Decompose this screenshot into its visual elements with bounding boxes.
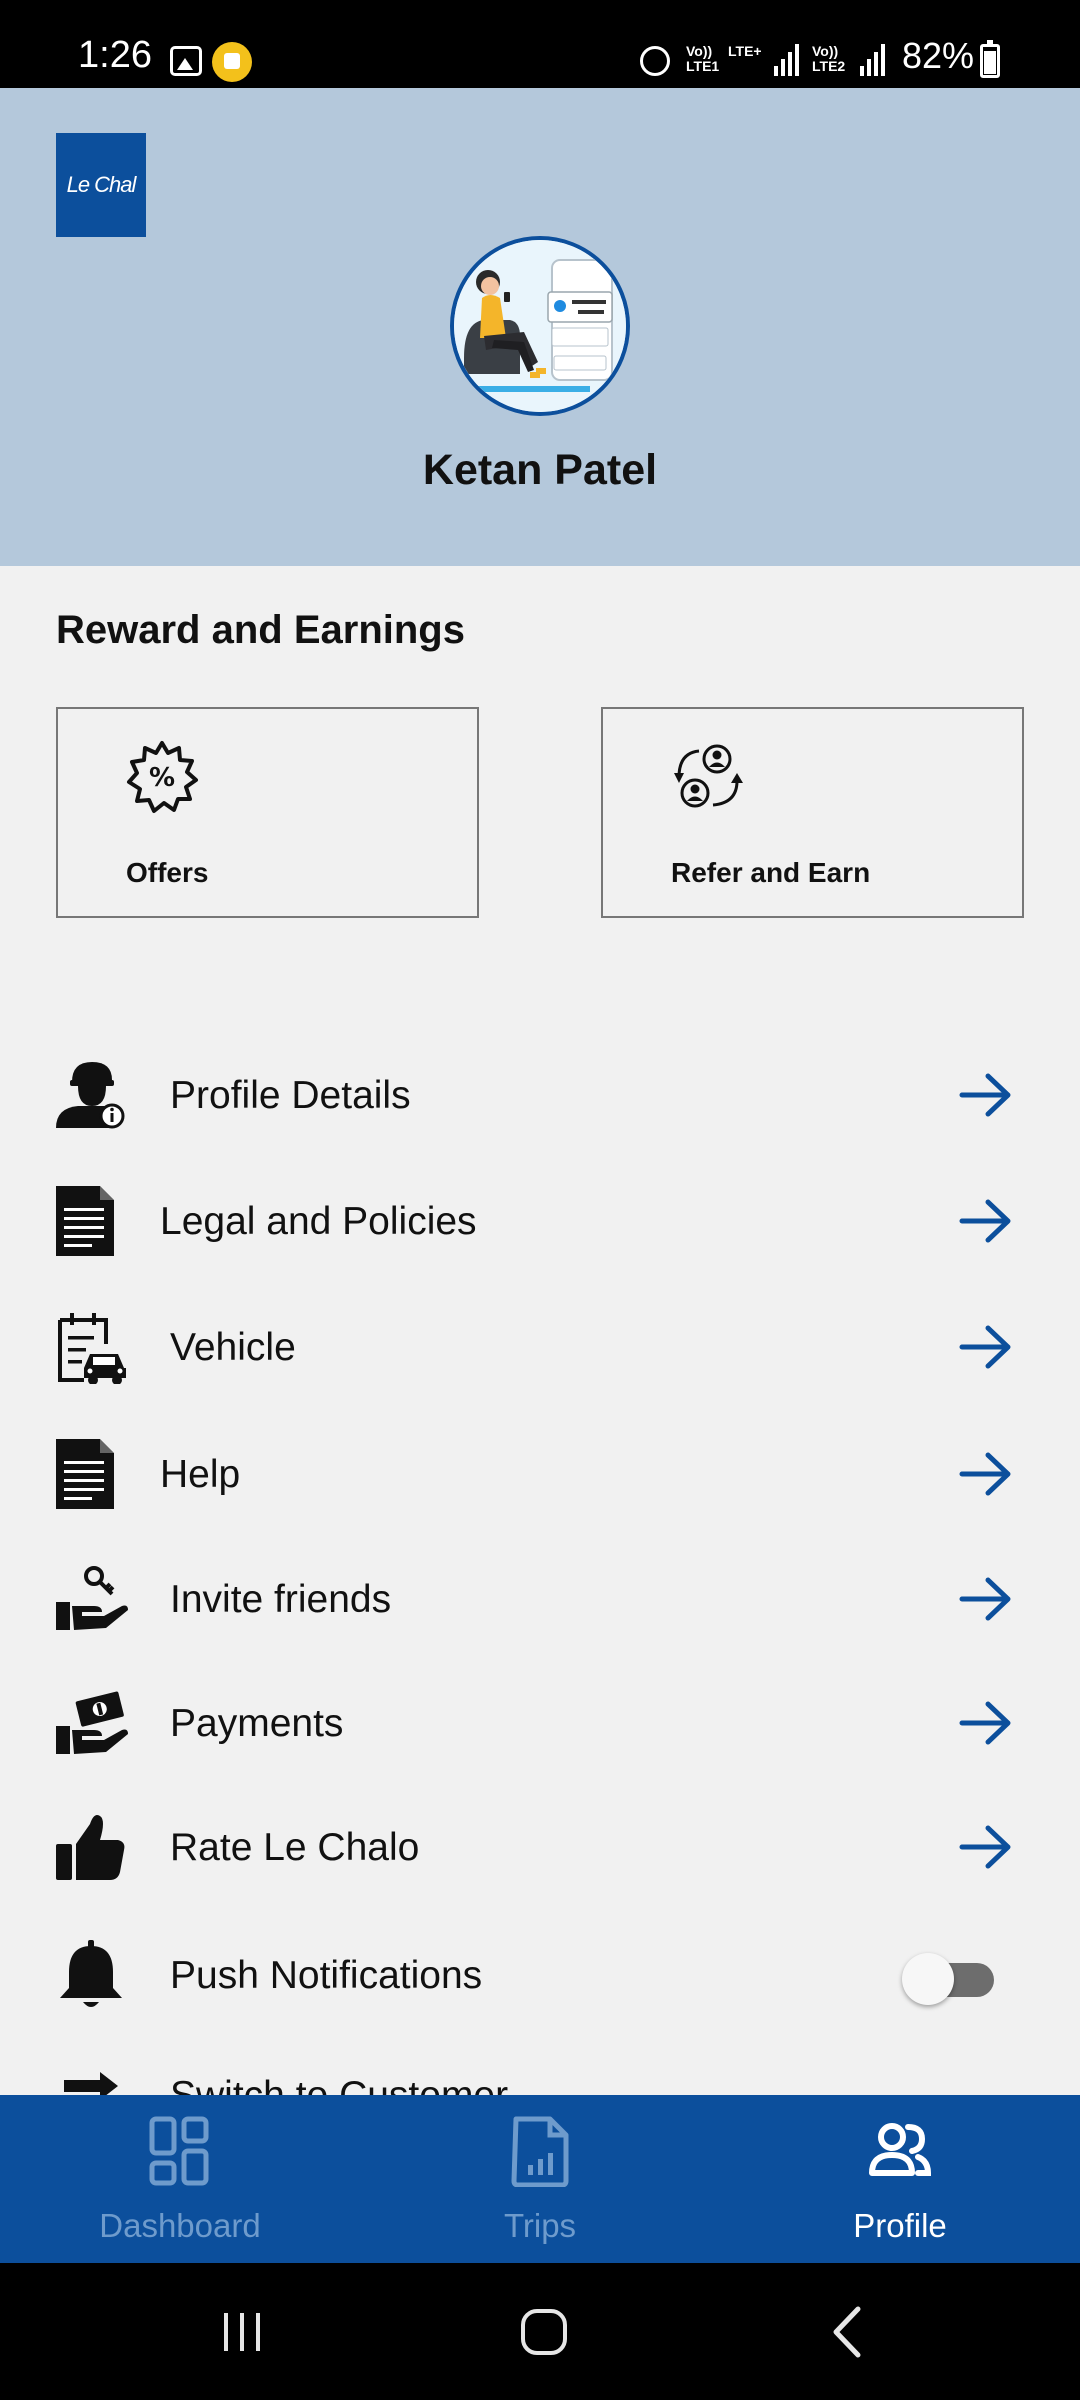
offers-card[interactable]: % Offers — [56, 707, 479, 918]
avatar-illustration — [454, 240, 626, 412]
logo-text: Le Chal — [66, 172, 137, 197]
arrow-right-icon — [959, 1325, 1011, 1369]
push-notifications-toggle[interactable] — [902, 1953, 994, 2005]
sim1-lte-label: LTE1 — [686, 58, 720, 74]
user-name: Ketan Patel — [422, 446, 658, 494]
menu-item-invite-friends[interactable]: Invite friends — [0, 1544, 1080, 1654]
status-time: 1:26 — [78, 34, 152, 76]
battery-percent: 82% — [902, 35, 975, 76]
menu-item-vehicle[interactable]: Vehicle — [0, 1292, 1080, 1402]
hand-key-icon — [56, 1566, 128, 1630]
menu-item-legal-and-policies[interactable]: Legal and Policies — [0, 1166, 1080, 1276]
arrow-right-icon — [959, 1577, 1011, 1621]
menu-label: Help — [160, 1453, 241, 1496]
vehicle-clipboard-icon — [58, 1313, 126, 1384]
profile-header: Le Chal Ketan Patel — [0, 88, 1080, 566]
menu-label: Invite friends — [170, 1578, 392, 1621]
arrow-right-icon — [959, 1825, 1011, 1869]
menu-label: Push Notifications — [170, 1954, 483, 1997]
download-notification-icon — [212, 42, 252, 82]
bell-icon — [60, 1940, 122, 2007]
user-info-icon — [56, 1062, 125, 1129]
nav-tab-trips[interactable]: Trips — [360, 2095, 720, 2263]
toggle-knob — [902, 1953, 954, 2005]
nav-label: Trips — [503, 2207, 577, 2244]
menu-item-rate-le-chalo[interactable]: Rate Le Chalo — [0, 1792, 1080, 1902]
lte-plus-label: LTE+ — [728, 43, 762, 59]
menu-item-help[interactable]: Help — [0, 1419, 1080, 1529]
sim1-network: Vo)) LTE1 — [686, 44, 719, 74]
menu-item-profile-details[interactable]: Profile Details — [0, 1040, 1080, 1150]
sim2-network: Vo)) LTE2 — [812, 44, 845, 74]
avatar[interactable] — [450, 236, 630, 416]
arrow-right-icon — [959, 1701, 1011, 1745]
menu-item-switch-to-customer[interactable]: Switch to Customer — [0, 2040, 1080, 2095]
signal-strength-icon — [860, 42, 890, 76]
alarm-icon — [640, 46, 670, 76]
sim1-volte-label: Vo)) — [686, 43, 713, 59]
refer-and-earn-card[interactable]: Refer and Earn — [601, 707, 1024, 918]
menu-label: Legal and Policies — [160, 1200, 477, 1243]
dashboard-grid-icon — [149, 2116, 209, 2186]
recent-apps-icon[interactable] — [182, 2263, 302, 2400]
rewards-section-title: Reward and Earnings — [56, 608, 465, 652]
nav-label: Dashboard — [99, 2207, 261, 2244]
arrow-right-icon — [959, 1199, 1011, 1243]
menu-label: Vehicle — [170, 1326, 296, 1369]
document-icon — [56, 1439, 114, 1509]
menu-label: Payments — [170, 1702, 344, 1745]
refer-exchange-icon — [674, 744, 743, 808]
sim2-volte-label: Vo)) — [812, 43, 839, 59]
signal-strength-icon — [774, 42, 804, 76]
percent-badge-icon: % — [127, 741, 198, 813]
home-button-icon[interactable] — [484, 2263, 604, 2400]
bottom-navigation: Dashboard Trips Profile — [0, 2095, 1080, 2263]
offers-label: Offers — [126, 857, 209, 888]
status-bar: 1:26 Vo)) LTE1 LTE+ Vo)) LTE2 82% — [0, 0, 1080, 88]
nav-tab-profile[interactable]: Profile — [720, 2095, 1080, 2263]
nav-tab-dashboard[interactable]: Dashboard — [0, 2095, 360, 2263]
thumbs-up-icon — [56, 1815, 125, 1880]
sim2-lte-label: LTE2 — [812, 58, 846, 74]
document-icon — [56, 1186, 114, 1256]
arrow-right-icon — [959, 1073, 1011, 1117]
menu-item-payments[interactable]: Payments — [0, 1668, 1080, 1778]
menu-label: Switch to Customer — [170, 2074, 508, 2095]
system-navigation-bar — [0, 2263, 1080, 2400]
menu-label: Rate Le Chalo — [170, 1826, 420, 1869]
svg-text:%: % — [149, 763, 175, 793]
battery-icon — [980, 40, 1000, 78]
refer-and-earn-label: Refer and Earn — [671, 857, 871, 888]
arrow-right-icon — [959, 1452, 1011, 1496]
switch-arrows-icon — [64, 2072, 118, 2095]
gallery-notification-icon — [170, 46, 202, 76]
hand-money-icon — [56, 1691, 128, 1754]
menu-label: Profile Details — [170, 1074, 411, 1117]
back-button-icon[interactable] — [788, 2263, 908, 2400]
nav-label: Profile — [853, 2207, 947, 2244]
profile-users-icon — [869, 2123, 932, 2176]
app-logo: Le Chal — [56, 133, 146, 237]
trips-chart-icon — [511, 2116, 569, 2187]
